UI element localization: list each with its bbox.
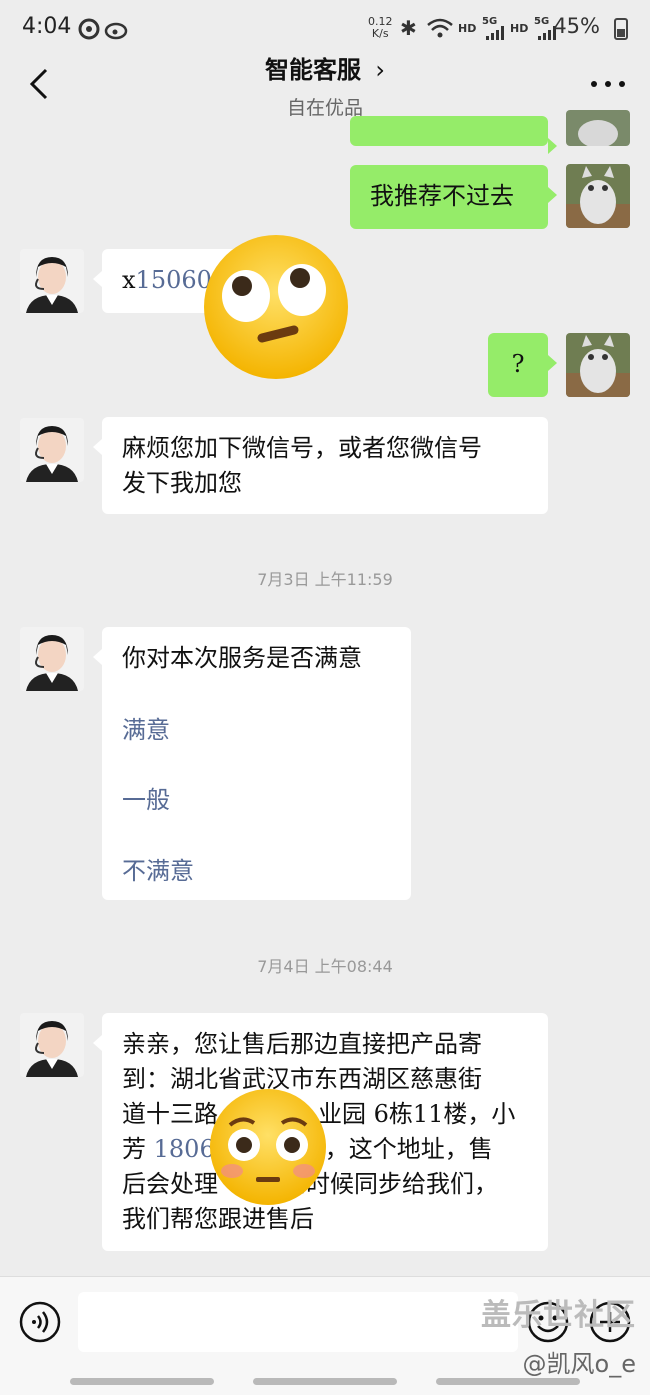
- agent-avatar[interactable]: [20, 627, 84, 691]
- phone-link[interactable]: 15060: [136, 266, 212, 294]
- nav-gesture-bar-left: [70, 1378, 214, 1385]
- battery-icon: [614, 18, 628, 40]
- survey-option-unsatisfied[interactable]: 不满意: [122, 854, 194, 889]
- phone-link[interactable]: 1806: [154, 1135, 215, 1163]
- survey-option-satisfied[interactable]: 满意: [122, 713, 170, 748]
- message-text: ?: [511, 350, 525, 378]
- message-text: 麻烦您加下微信号，或者您微信号: [122, 434, 482, 462]
- message-bubble-incoming[interactable]: 麻烦您加下微信号，或者您微信号 发下我加您: [93, 417, 548, 514]
- flushed-face-emoji-icon: [210, 1089, 326, 1205]
- agent-avatar[interactable]: [20, 249, 84, 313]
- survey-question: 你对本次服务是否满意: [122, 644, 362, 672]
- message-text: 发下我加您: [122, 469, 242, 497]
- watermark-author: @凯风o_e: [522, 1350, 636, 1378]
- rolling-eyes-emoji-icon: [204, 235, 348, 379]
- weibo-icon: [104, 22, 128, 40]
- message-text: 亲亲，您让售后那边直接把产品寄: [122, 1030, 482, 1058]
- voice-input-icon[interactable]: [18, 1300, 62, 1344]
- message-text: x: [122, 266, 136, 294]
- status-time: 4:04: [22, 14, 72, 39]
- hd-label-2: HD: [510, 22, 529, 35]
- nav-gesture-bar-center: [253, 1378, 397, 1385]
- timestamp: 7月4日 上午08:44: [257, 957, 393, 976]
- user-avatar[interactable]: [566, 164, 630, 228]
- message-bubble-outgoing-partial[interactable]: [350, 116, 557, 154]
- message-bubble-outgoing[interactable]: 我推荐不过去: [350, 165, 557, 229]
- chat-subtitle: 自在优品: [286, 97, 363, 119]
- timestamp: 7月3日 上午11:59: [257, 570, 393, 589]
- survey-option-neutral[interactable]: 一般: [122, 783, 170, 818]
- watermark-title: 盖乐世社区: [481, 1298, 636, 1333]
- hd-label-1: HD: [458, 22, 477, 35]
- network-speed: 0.12 K/s: [368, 15, 393, 40]
- message-text: 我推荐不过去: [370, 182, 514, 210]
- bluetooth-icon: ✱: [400, 16, 417, 40]
- chevron-right-icon: ›: [375, 56, 385, 84]
- chat-title[interactable]: 智能客服 ›: [0, 50, 650, 85]
- app-notification-icon: [78, 18, 100, 40]
- message-text: 我们帮您跟进售后: [122, 1205, 314, 1233]
- survey-message-bubble: 你对本次服务是否满意 满意 一般 不满意: [93, 627, 411, 900]
- agent-avatar[interactable]: [20, 1013, 84, 1077]
- user-avatar[interactable]: [566, 110, 630, 146]
- signal-bars-1-icon: [486, 26, 504, 40]
- agent-avatar[interactable]: [20, 418, 84, 482]
- nav-gesture-bar-right: [436, 1378, 580, 1385]
- wifi-icon: [427, 18, 453, 38]
- battery-percent: 45%: [553, 14, 600, 38]
- more-options-icon[interactable]: [588, 68, 628, 98]
- message-input[interactable]: [78, 1292, 518, 1352]
- user-avatar[interactable]: [566, 333, 630, 397]
- message-bubble-outgoing[interactable]: ?: [488, 333, 557, 397]
